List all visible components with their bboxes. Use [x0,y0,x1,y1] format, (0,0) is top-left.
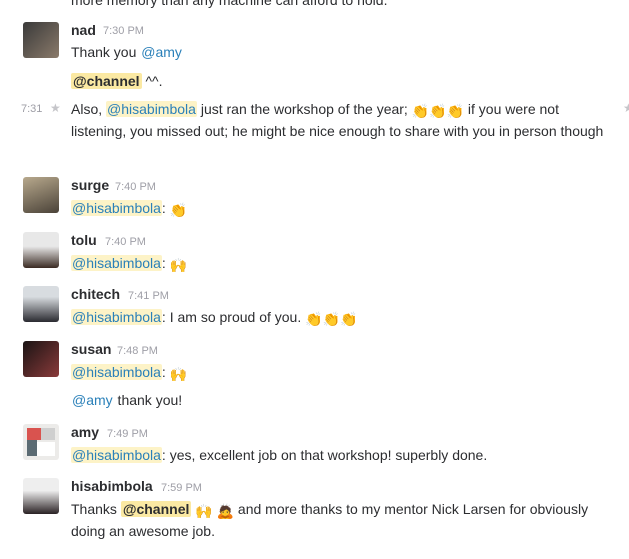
user-mention[interactable]: @hisabimbola [71,447,162,463]
message-text: Also, @hisabimbola just ran the workshop… [71,98,611,142]
message-fragment: Also, [71,101,107,117]
message-text: Thanks @channel 🙌 🙇 and more thanks to m… [71,498,611,542]
message-text: @amy thank you! [71,389,182,411]
bowing-emoji[interactable]: 🙇 [217,504,234,518]
clap-emoji[interactable]: 👏 [412,104,429,118]
clap-emoji[interactable]: 👏 [340,312,357,326]
avatar[interactable] [23,424,59,460]
user-mention[interactable]: @hisabimbola [71,200,162,216]
star-icon[interactable]: ★ [623,101,629,115]
clap-emoji[interactable]: 👏 [305,312,322,326]
username[interactable]: tolu [71,232,97,248]
avatar[interactable] [23,177,59,213]
message-fragment: ^^. [141,73,163,89]
message-fragment: thank you! [113,392,183,408]
raised-hands-emoji[interactable]: 🙌 [170,258,187,272]
channel-mention[interactable]: @channel [120,501,192,517]
raised-hands-emoji[interactable]: 🙌 [195,504,212,518]
username[interactable]: hisabimbola [71,478,153,494]
timestamp[interactable]: 7:49 PM [107,428,148,440]
timestamp[interactable]: 7:59 PM [161,482,202,494]
clap-emoji[interactable]: 👏 [170,203,187,217]
username[interactable]: nad [71,22,96,38]
message-text: @channel ^^. [71,70,162,92]
avatar[interactable] [23,22,59,58]
timestamp[interactable]: 7:40 PM [115,181,156,193]
channel-mention[interactable]: @channel [71,73,142,89]
avatar[interactable] [23,286,59,322]
user-mention[interactable]: @amy [71,392,114,408]
username[interactable]: chitech [71,286,120,302]
username[interactable]: susan [71,341,111,357]
message-text: @hisabimbola: 👏 [71,197,187,219]
message-fragment: : [161,364,170,380]
user-mention[interactable]: @hisabimbola [71,364,162,380]
user-mention[interactable]: @hisabimbola [71,255,162,271]
avatar[interactable] [23,478,59,514]
username[interactable]: amy [71,424,99,440]
timestamp[interactable]: 7:40 PM [105,236,146,248]
user-mention[interactable]: @hisabimbola [71,309,162,325]
message-text: @hisabimbola: I am so proud of you. 👏👏👏 [71,306,357,328]
message-text: @hisabimbola: 🙌 [71,252,187,274]
message-text: @hisabimbola: 🙌 [71,361,187,383]
hover-timestamp[interactable]: 7:31 [21,103,42,115]
message-fragment: Thank you [71,44,141,60]
clap-emoji[interactable]: 👏 [429,104,446,118]
user-mention[interactable]: @hisabimbola [106,101,197,117]
user-mention[interactable]: @amy [140,44,183,60]
message-fragment: : yes, excellent job on that workshop! s… [161,447,488,463]
message-fragment: : [161,200,170,216]
username[interactable]: surge [71,177,109,193]
avatar[interactable] [23,341,59,377]
timestamp[interactable]: 7:48 PM [117,345,158,357]
message-text: @hisabimbola: yes, excellent job on that… [71,444,487,466]
timestamp[interactable]: 7:30 PM [103,25,144,37]
clap-emoji[interactable]: 👏 [323,312,340,326]
timestamp[interactable]: 7:41 PM [128,290,169,302]
raised-hands-emoji[interactable]: 🙌 [170,367,187,381]
message-text: Thank you @amy [71,41,183,63]
star-icon[interactable]: ★ [50,101,61,115]
avatar[interactable] [23,232,59,268]
clap-emoji[interactable]: 👏 [447,104,464,118]
message-fragment: : [161,255,170,271]
message-fragment: just ran the workshop of the year; [196,101,412,117]
previous-message-text: more memory than any machine can afford … [71,0,388,8]
message-fragment: Thanks [71,501,121,517]
message-fragment: : I am so proud of you. [161,309,306,325]
